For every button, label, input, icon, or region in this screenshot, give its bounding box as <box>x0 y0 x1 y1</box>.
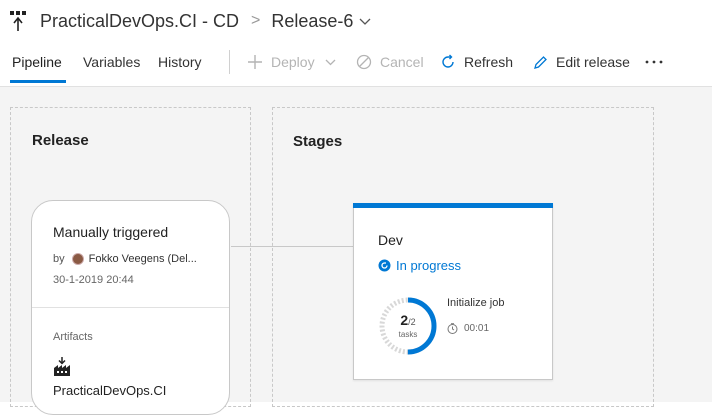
tab-pipeline[interactable]: Pipeline <box>12 50 62 74</box>
pipeline-name-link[interactable]: PracticalDevOps.CI - CD <box>40 9 239 33</box>
card-divider <box>32 307 229 308</box>
breadcrumb-separator: > <box>251 12 261 29</box>
chevron-down-icon <box>325 59 336 65</box>
release-selector[interactable]: Release-6 <box>271 9 371 33</box>
clock-icon <box>447 323 458 334</box>
refresh-icon <box>442 54 454 68</box>
trigger-date: 30-1-2019 20:44 <box>53 274 134 286</box>
cancel-label: Cancel <box>380 54 424 70</box>
tasks-done: 2 <box>400 312 409 328</box>
tasks-total: /2 <box>408 317 416 327</box>
stage-status-bar <box>353 203 553 208</box>
trigger-type: Manually triggered <box>53 224 169 240</box>
breadcrumb: PracticalDevOps.CI - CD > Release-6 <box>40 9 371 33</box>
stage-name: Dev <box>378 232 403 248</box>
release-stage-connector <box>231 246 354 247</box>
release-name: Release-6 <box>271 11 354 31</box>
cancel-icon <box>356 54 372 70</box>
cancel-button[interactable]: Cancel <box>356 50 424 74</box>
in-progress-icon <box>378 259 391 272</box>
current-job-name: Initialize job <box>447 297 505 309</box>
toolbar-divider <box>229 50 230 74</box>
stages-panel-title: Stages <box>293 133 343 150</box>
tab-variables[interactable]: Variables <box>83 50 140 74</box>
edit-release-label: Edit release <box>556 54 630 70</box>
triggered-by: by Fokko Veegens (Del... <box>53 253 197 265</box>
release-icon <box>10 11 28 31</box>
more-icon <box>645 60 663 64</box>
build-artifact-icon <box>53 357 71 377</box>
active-tab-indicator <box>10 80 66 83</box>
chevron-down-icon <box>359 18 371 25</box>
more-actions-button[interactable] <box>645 50 663 74</box>
release-header: PracticalDevOps.CI - CD > Release-6 Pipe… <box>0 0 712 87</box>
by-prefix: by <box>53 253 65 265</box>
tab-history[interactable]: History <box>158 50 202 74</box>
plus-icon <box>248 55 262 69</box>
deploy-button[interactable]: Deploy <box>247 50 336 74</box>
avatar <box>71 253 84 265</box>
refresh-label: Refresh <box>464 54 514 70</box>
refresh-button[interactable]: Refresh <box>440 50 513 74</box>
pencil-icon <box>534 55 547 69</box>
release-card[interactable]: Manually triggered by Fokko Veegens (Del… <box>31 200 230 415</box>
triggered-by-user: Fokko Veegens (Del... <box>88 253 197 265</box>
deploy-label: Deploy <box>271 54 315 70</box>
tasks-count: 2/2 <box>376 312 440 328</box>
release-panel-title: Release <box>32 132 89 149</box>
job-duration-value: 00:01 <box>464 323 490 334</box>
job-duration: 00:01 <box>447 323 489 334</box>
stage-status-text: In progress <box>396 258 462 273</box>
edit-release-button[interactable]: Edit release <box>533 50 630 74</box>
artifacts-label: Artifacts <box>53 331 93 343</box>
stage-status[interactable]: In progress <box>378 258 461 273</box>
tasks-label: tasks <box>398 330 418 339</box>
artifact-link[interactable]: PracticalDevOps.CI <box>53 383 166 398</box>
stage-card-dev[interactable]: Dev In progress 2/2 tasks Initialize job… <box>353 203 553 380</box>
